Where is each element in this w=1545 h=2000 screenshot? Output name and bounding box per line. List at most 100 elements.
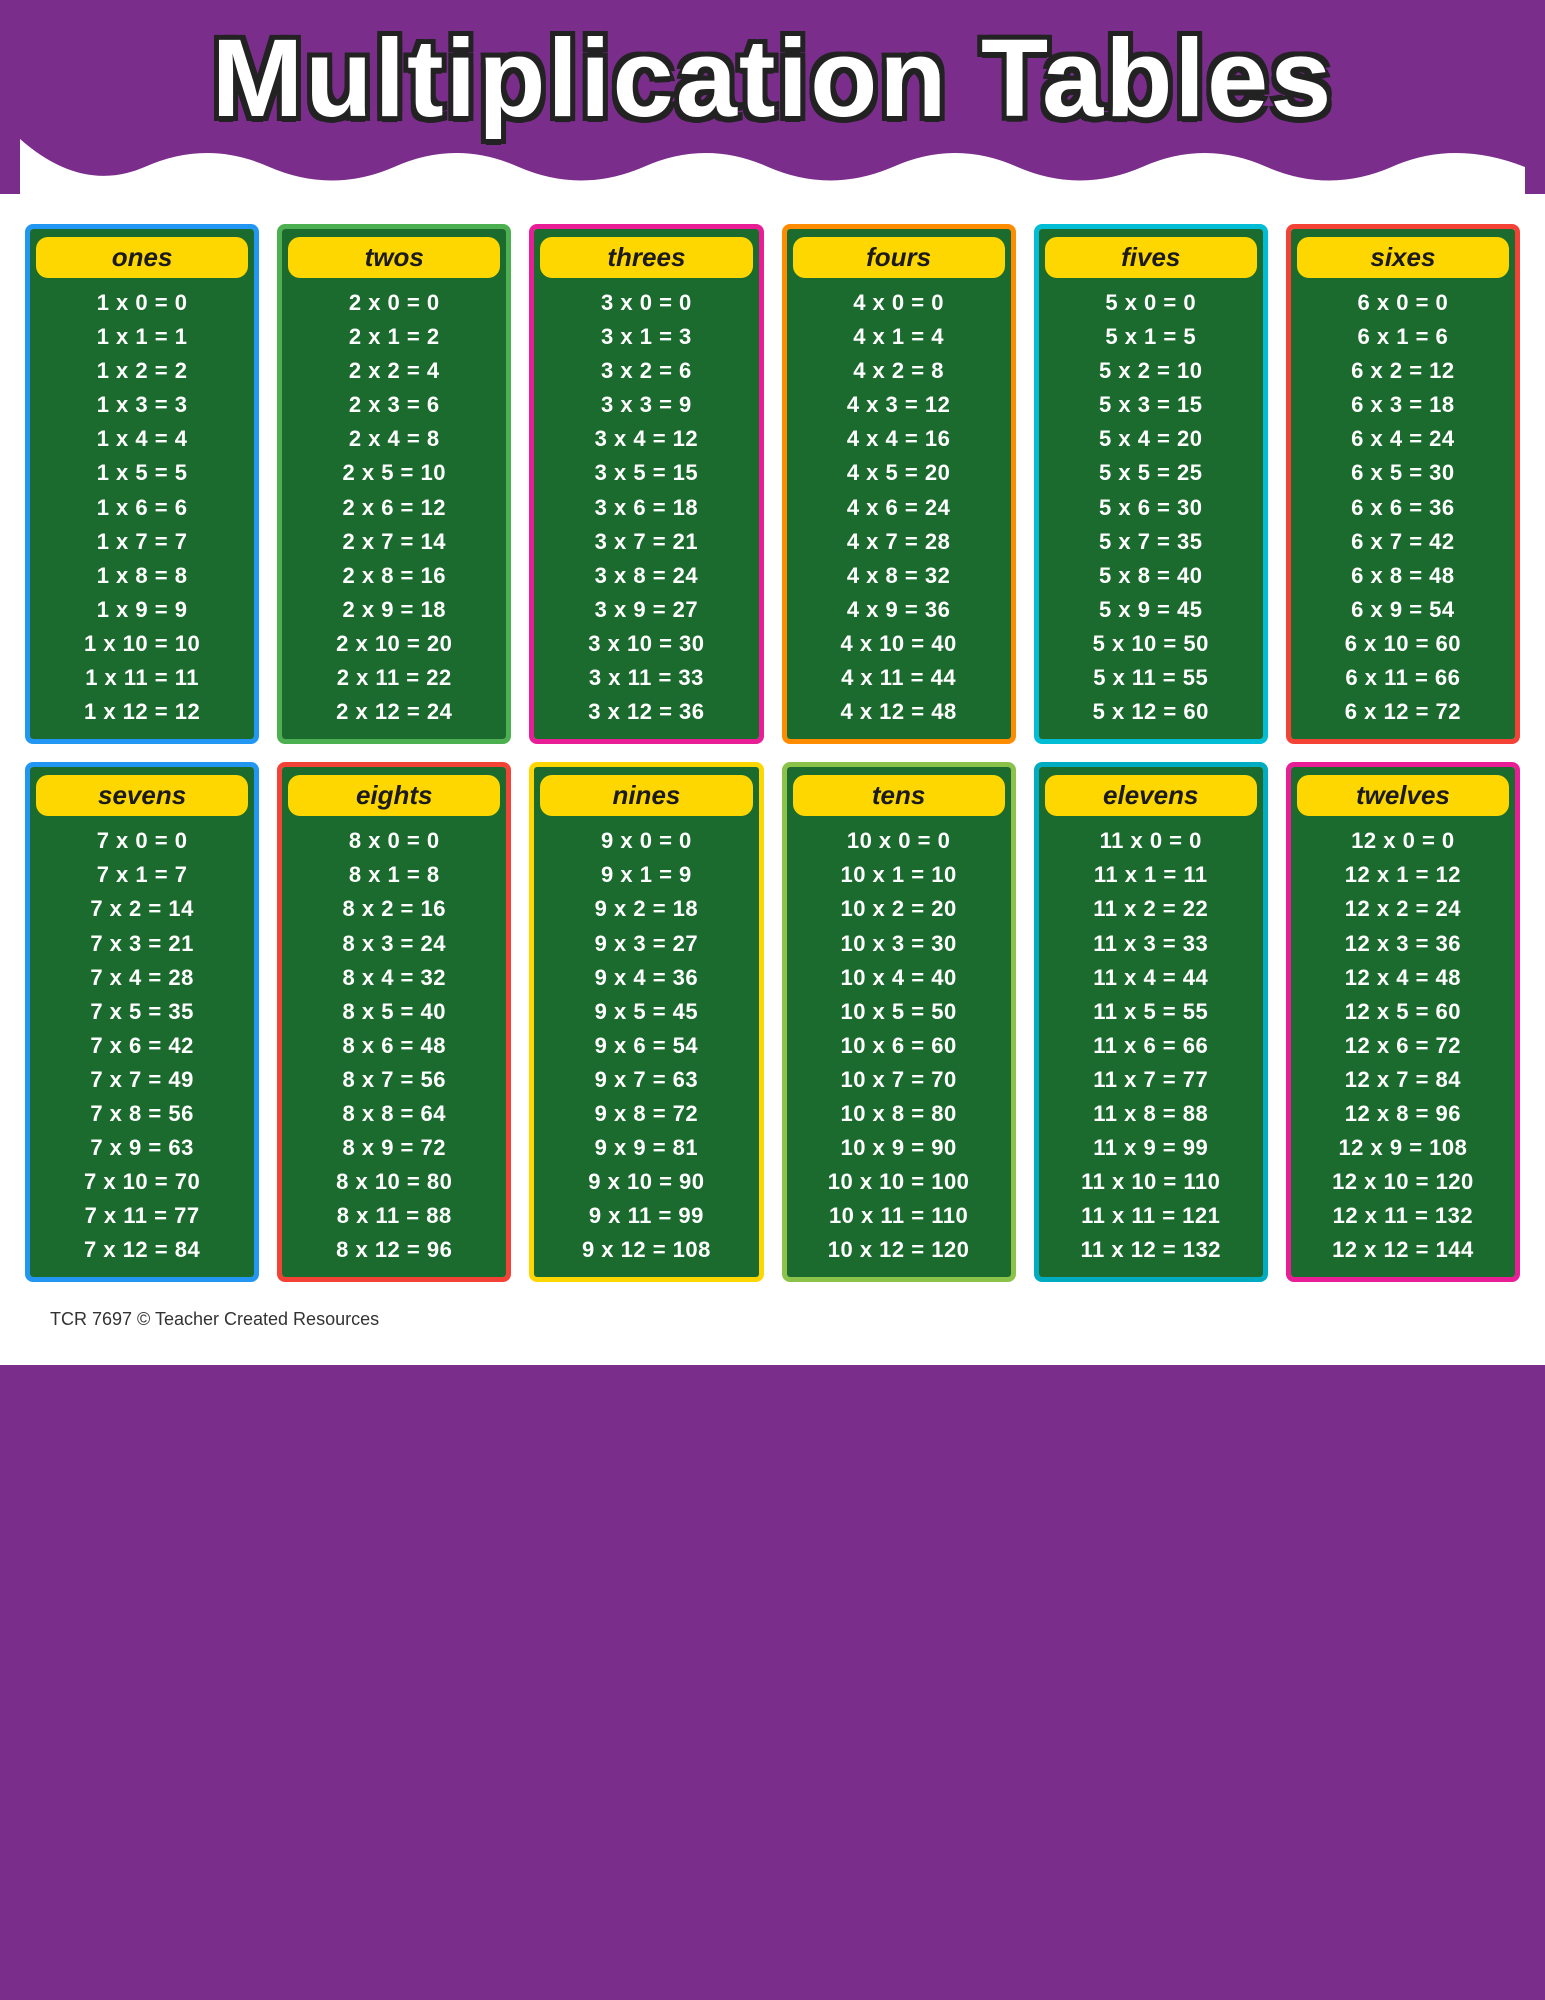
table-card-threes: threes3 x 0 = 03 x 1 = 33 x 2 = 63 x 3 =… [529,224,763,744]
table-row: 12 x 10 = 120 [1297,1165,1509,1199]
table-row: 8 x 5 = 40 [288,995,500,1029]
table-row: 5 x 6 = 30 [1045,491,1257,525]
table-row: 5 x 9 = 45 [1045,593,1257,627]
table-row: 1 x 11 = 11 [36,661,248,695]
table-row: 10 x 3 = 30 [793,927,1005,961]
table-row: 10 x 4 = 40 [793,961,1005,995]
table-row: 11 x 7 = 77 [1045,1063,1257,1097]
table-row: 11 x 12 = 132 [1045,1233,1257,1267]
table-row: 7 x 5 = 35 [36,995,248,1029]
table-row: 8 x 10 = 80 [288,1165,500,1199]
table-inner-fives: fives5 x 0 = 05 x 1 = 55 x 2 = 105 x 3 =… [1039,229,1263,739]
table-row: 6 x 0 = 0 [1297,286,1509,320]
table-row: 10 x 2 = 20 [793,892,1005,926]
table-row: 1 x 5 = 5 [36,456,248,490]
table-row: 12 x 11 = 132 [1297,1199,1509,1233]
table-row: 4 x 11 = 44 [793,661,1005,695]
table-row: 3 x 7 = 21 [540,525,752,559]
table-row: 1 x 3 = 3 [36,388,248,422]
table-card-twelves: twelves12 x 0 = 012 x 1 = 1212 x 2 = 241… [1286,762,1520,1282]
table-row: 5 x 12 = 60 [1045,695,1257,729]
table-row: 9 x 0 = 0 [540,824,752,858]
table-row: 1 x 0 = 0 [36,286,248,320]
table-row: 6 x 8 = 48 [1297,559,1509,593]
table-row: 12 x 3 = 36 [1297,927,1509,961]
table-row: 9 x 3 = 27 [540,927,752,961]
wave-decoration [20,139,1525,194]
table-header-eights: eights [288,775,500,816]
table-row: 8 x 7 = 56 [288,1063,500,1097]
table-row: 6 x 11 = 66 [1297,661,1509,695]
table-header-sixes: sixes [1297,237,1509,278]
table-row: 11 x 6 = 66 [1045,1029,1257,1063]
table-row: 9 x 5 = 45 [540,995,752,1029]
table-row: 11 x 4 = 44 [1045,961,1257,995]
table-row: 1 x 7 = 7 [36,525,248,559]
table-row: 2 x 9 = 18 [288,593,500,627]
table-row: 3 x 12 = 36 [540,695,752,729]
table-row: 6 x 9 = 54 [1297,593,1509,627]
table-row: 4 x 6 = 24 [793,491,1005,525]
table-row: 6 x 10 = 60 [1297,627,1509,661]
table-card-eights: eights8 x 0 = 08 x 1 = 88 x 2 = 168 x 3 … [277,762,511,1282]
table-row: 2 x 7 = 14 [288,525,500,559]
table-row: 12 x 4 = 48 [1297,961,1509,995]
table-row: 12 x 1 = 12 [1297,858,1509,892]
table-card-fours: fours4 x 0 = 04 x 1 = 44 x 2 = 84 x 3 = … [782,224,1016,744]
table-row: 3 x 10 = 30 [540,627,752,661]
table-row: 8 x 8 = 64 [288,1097,500,1131]
table-row: 7 x 10 = 70 [36,1165,248,1199]
table-row: 10 x 11 = 110 [793,1199,1005,1233]
table-card-nines: nines9 x 0 = 09 x 1 = 99 x 2 = 189 x 3 =… [529,762,763,1282]
table-row: 12 x 8 = 96 [1297,1097,1509,1131]
table-row: 11 x 1 = 11 [1045,858,1257,892]
table-row: 6 x 12 = 72 [1297,695,1509,729]
table-row: 11 x 3 = 33 [1045,927,1257,961]
table-row: 1 x 10 = 10 [36,627,248,661]
table-row: 9 x 12 = 108 [540,1233,752,1267]
table-row: 12 x 2 = 24 [1297,892,1509,926]
main-title: Multiplication Tables [20,18,1525,139]
table-row: 1 x 8 = 8 [36,559,248,593]
table-row: 9 x 7 = 63 [540,1063,752,1097]
table-row: 7 x 11 = 77 [36,1199,248,1233]
table-card-tens: tens10 x 0 = 010 x 1 = 1010 x 2 = 2010 x… [782,762,1016,1282]
table-row: 3 x 2 = 6 [540,354,752,388]
table-row: 8 x 4 = 32 [288,961,500,995]
table-row: 10 x 9 = 90 [793,1131,1005,1165]
table-row: 2 x 6 = 12 [288,491,500,525]
table-row: 10 x 5 = 50 [793,995,1005,1029]
table-row: 3 x 5 = 15 [540,456,752,490]
table-inner-twos: twos2 x 0 = 02 x 1 = 22 x 2 = 42 x 3 = 6… [282,229,506,739]
table-row: 10 x 10 = 100 [793,1165,1005,1199]
table-row: 7 x 12 = 84 [36,1233,248,1267]
table-row: 9 x 4 = 36 [540,961,752,995]
table-row: 3 x 8 = 24 [540,559,752,593]
table-row: 5 x 7 = 35 [1045,525,1257,559]
table-row: 1 x 9 = 9 [36,593,248,627]
table-row: 5 x 0 = 0 [1045,286,1257,320]
content-area: ones1 x 0 = 01 x 1 = 11 x 2 = 21 x 3 = 3… [0,194,1545,1365]
table-row: 4 x 9 = 36 [793,593,1005,627]
table-row: 5 x 1 = 5 [1045,320,1257,354]
table-inner-sevens: sevens7 x 0 = 07 x 1 = 77 x 2 = 147 x 3 … [30,767,254,1277]
table-row: 5 x 10 = 50 [1045,627,1257,661]
table-row: 6 x 5 = 30 [1297,456,1509,490]
table-row: 2 x 2 = 4 [288,354,500,388]
table-row: 5 x 4 = 20 [1045,422,1257,456]
table-row: 8 x 1 = 8 [288,858,500,892]
table-row: 8 x 12 = 96 [288,1233,500,1267]
table-inner-sixes: sixes6 x 0 = 06 x 1 = 66 x 2 = 126 x 3 =… [1291,229,1515,739]
footer-text: TCR 7697 © Teacher Created Resources [25,1304,1520,1335]
table-card-sevens: sevens7 x 0 = 07 x 1 = 77 x 2 = 147 x 3 … [25,762,259,1282]
table-row: 12 x 7 = 84 [1297,1063,1509,1097]
table-row: 3 x 11 = 33 [540,661,752,695]
table-row: 6 x 1 = 6 [1297,320,1509,354]
table-row: 11 x 5 = 55 [1045,995,1257,1029]
table-row: 2 x 5 = 10 [288,456,500,490]
table-row: 1 x 12 = 12 [36,695,248,729]
table-row: 11 x 9 = 99 [1045,1131,1257,1165]
table-row: 9 x 8 = 72 [540,1097,752,1131]
table-row: 7 x 6 = 42 [36,1029,248,1063]
table-header-fives: fives [1045,237,1257,278]
